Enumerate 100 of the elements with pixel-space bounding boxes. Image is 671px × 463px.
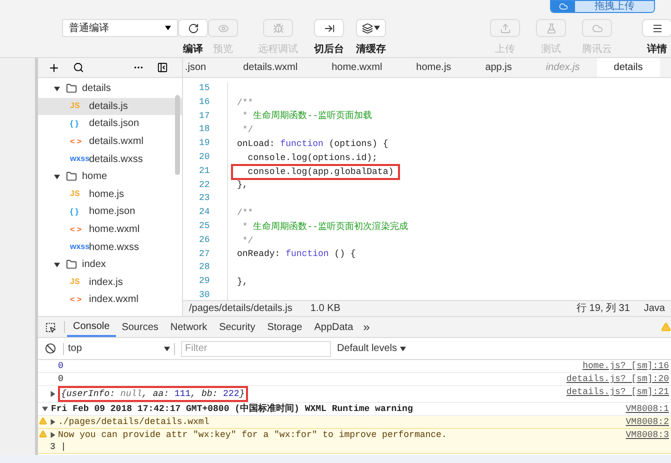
toolbar-label: 上传 <box>495 42 515 57</box>
line-number: 19 <box>198 137 211 150</box>
caret-icon <box>400 346 406 352</box>
toolbar-label: 预览 <box>213 43 233 57</box>
line-number: 25 <box>198 220 211 233</box>
file-row[interactable]: < > index.wxml <box>38 291 182 309</box>
toolbar-button[interactable] <box>314 19 344 37</box>
devtools-tab[interactable]: Sources <box>116 317 164 337</box>
collapse-icon[interactable] <box>157 62 168 73</box>
line-number: 21 <box>198 164 211 178</box>
source-link[interactable]: details.js? [sm]:21 <box>566 386 669 398</box>
toolbar-button[interactable] <box>356 19 386 37</box>
code-line: */ <box>241 234 254 247</box>
editor-tab[interactable]: home.js <box>399 58 468 77</box>
line-number: 24 <box>198 206 211 220</box>
caret-icon <box>165 25 171 31</box>
file-row[interactable]: { } home.json <box>38 203 182 221</box>
source-link[interactable]: home.js? [sm]:16 <box>582 360 669 372</box>
cloud-icon <box>558 2 568 11</box>
folder-name[interactable]: index <box>82 257 106 272</box>
layers-icon <box>362 22 373 34</box>
arrow-icon <box>324 22 334 34</box>
toolbar-label: 腾讯云 <box>582 42 612 57</box>
cursor-position: 行 19, 列 31 <box>576 302 630 316</box>
devtools-tab[interactable]: Network <box>164 317 214 337</box>
toolbar-label: 测试 <box>541 42 561 57</box>
code-line: */ <box>241 124 254 136</box>
editor-tab[interactable]: .json <box>183 58 226 77</box>
file-row[interactable]: JS details.js <box>38 98 182 116</box>
filter-field[interactable]: Filter <box>181 340 331 356</box>
file-type-icon: < > <box>70 136 86 148</box>
search-icon[interactable] <box>73 62 84 73</box>
add-icon[interactable] <box>48 62 60 74</box>
source-link[interactable]: details.js? [sm]:20 <box>566 373 669 385</box>
file-row[interactable]: < > home.wxml <box>38 220 182 238</box>
console-input[interactable]: 3 | <box>50 441 622 453</box>
bug-icon <box>272 22 284 34</box>
more-tabs-button[interactable]: » <box>363 318 370 336</box>
toolbar-button[interactable] <box>178 19 208 37</box>
code-line: }, <box>237 276 248 288</box>
folder-icon <box>66 171 77 182</box>
file-type-icon: JS <box>70 276 86 288</box>
scrollbar[interactable] <box>175 95 180 175</box>
file-name: home.wxml <box>89 223 140 238</box>
folder-name[interactable]: home <box>82 169 108 184</box>
refresh-icon <box>188 22 198 34</box>
file-row[interactable]: JS home.js <box>38 186 182 204</box>
line-number: 17 <box>198 110 211 123</box>
file-row[interactable]: < > details.wxml <box>38 132 182 150</box>
editor-tab[interactable]: details <box>596 58 660 77</box>
console-message: Fri Feb 09 2018 17:42:17 GMT+0800 (中国标准时间) WXML Runtime warning <box>51 403 413 415</box>
file-name: details.wxml <box>89 135 144 150</box>
devtools-tab[interactable]: Security <box>213 317 262 337</box>
upload-button[interactable]: 拖拽上传 <box>550 0 655 13</box>
inspect-icon[interactable] <box>45 322 56 332</box>
source-link[interactable]: VM8008:2 <box>626 416 669 428</box>
file-row[interactable]: JS index.js <box>38 274 182 292</box>
code-line: }, <box>237 179 248 192</box>
console-message: 0 <box>58 360 64 372</box>
warning-icon <box>39 417 47 425</box>
file-size: 1.0 KB <box>310 302 340 316</box>
file-type-icon: < > <box>70 294 86 306</box>
toolbar-label: 编译 <box>183 42 203 57</box>
code-line: * 生命周期函数--监听页面加载 <box>241 110 372 122</box>
console-message: {userInfo: null, aa: 111, bb: 222} <box>58 386 248 402</box>
caret-icon <box>374 25 380 31</box>
editor-tab[interactable]: app.js <box>468 58 529 77</box>
toolbar-button[interactable] <box>642 19 671 37</box>
file-path: /pages/details/details.js <box>189 302 292 316</box>
folder-name[interactable]: details <box>82 81 111 96</box>
clear-console-icon[interactable] <box>45 343 56 354</box>
file-row[interactable]: wxsshome.wxss <box>38 238 182 256</box>
line-number: 28 <box>198 261 211 274</box>
line-number: 30 <box>198 288 211 300</box>
editor-tab[interactable]: home.wxml <box>314 58 400 77</box>
file-row[interactable]: wxssdetails.wxss <box>38 150 182 168</box>
devtools-tab[interactable]: Console <box>67 317 116 337</box>
source-link[interactable]: VM8008:1 <box>626 403 669 415</box>
expand-arrow-icon <box>50 391 56 397</box>
source-link[interactable]: VM8008:3 <box>626 429 669 441</box>
editor-tab[interactable]: details.wxml <box>226 58 315 77</box>
eye-icon <box>218 22 228 34</box>
menu-icon <box>652 22 662 34</box>
upload-icon <box>500 22 510 34</box>
file-name: details.json <box>89 117 140 132</box>
devtools-tab[interactable]: AppData <box>308 317 360 337</box>
code-line: onReady: function () { <box>237 248 356 260</box>
context-select[interactable]: top <box>64 341 174 356</box>
file-type-icon: { } <box>70 206 86 218</box>
file-type-icon: JS <box>70 100 86 112</box>
compile-mode-select[interactable]: 普通编译 <box>62 19 178 37</box>
line-number: 29 <box>198 275 211 288</box>
levels-select[interactable]: Default levels <box>337 341 406 356</box>
caret-icon <box>164 346 170 352</box>
code-line: /** <box>237 96 254 109</box>
file-row[interactable]: { } details.json <box>38 115 182 133</box>
line-number: 18 <box>198 123 211 136</box>
devtools-tab[interactable]: Storage <box>261 317 308 337</box>
console-message: Now you can provide attr "wx:key" for a "wx:for" to improve performance. <box>58 429 447 441</box>
line-number: 27 <box>198 248 211 261</box>
